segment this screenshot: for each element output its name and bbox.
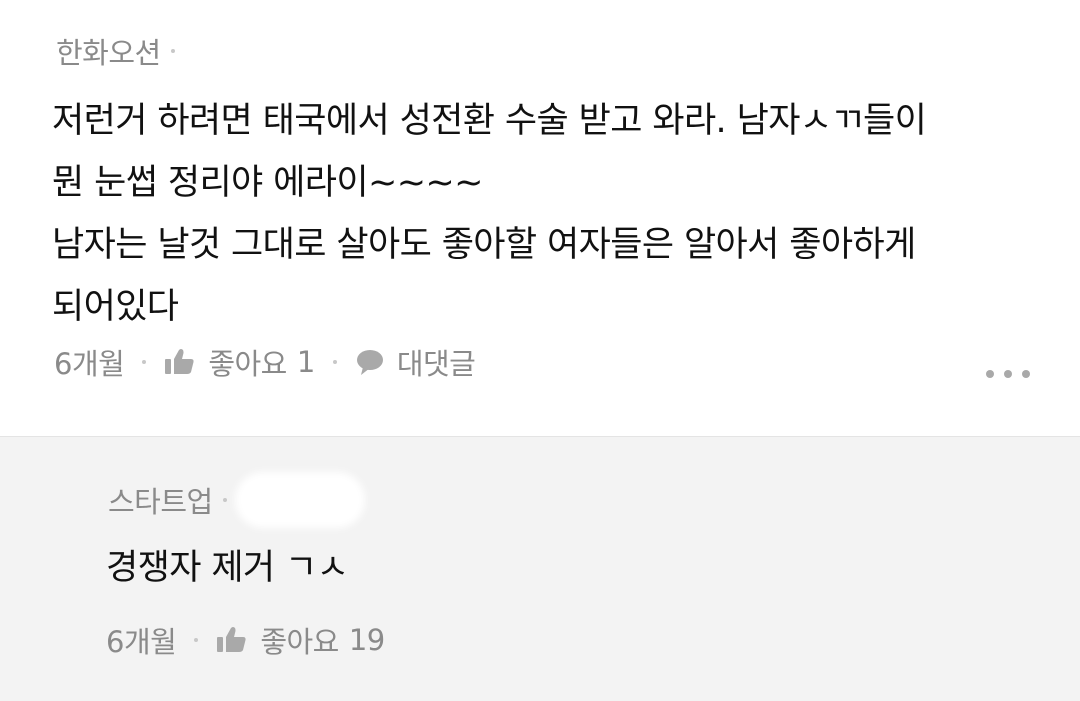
comment-card: 한화오션 저런거 하려면 태국에서 성전환 수술 받고 와라. 남자ㅅㄲ들이 뭔…: [0, 0, 1080, 436]
author-separator-dot: [170, 49, 175, 53]
like-button[interactable]: 좋아요 1: [164, 341, 315, 383]
speech-bubble-icon: [356, 350, 383, 375]
comment-text-line: 되어있다: [52, 287, 179, 327]
more-options-button[interactable]: [986, 362, 1030, 386]
reply-button[interactable]: 대댓글: [355, 341, 476, 383]
like-label: 좋아요: [208, 347, 287, 381]
comment-meta-row: 6개월 좋아요 1 대댓글: [54, 341, 476, 383]
like-count: 1: [296, 345, 315, 379]
reply-meta-row: 6개월 좋아요 19: [106, 620, 385, 660]
comment-text-line: 뭔 눈썹 정리야 에라이~~~~: [52, 163, 483, 203]
reply-like-button[interactable]: 좋아요 19: [216, 619, 385, 661]
comment-timestamp: 6개월: [54, 347, 125, 381]
comment-author-row: 한화오션: [56, 30, 185, 72]
meta-separator-dot: [332, 360, 337, 364]
meta-separator-dot: [142, 360, 147, 364]
comment-author-name[interactable]: 한화오션: [56, 30, 161, 72]
comment-text-line: 저런거 하려면 태국에서 성전환 수술 받고 와라. 남자ㅅㄲ들이: [52, 101, 927, 141]
comment-text-line: 남자는 날것 그대로 살아도 좋아할 여자들은 알아서 좋아하게: [52, 225, 916, 265]
thumbs-up-icon: [165, 349, 194, 374]
redacted-nickname: [240, 478, 359, 522]
like-label: 좋아요: [260, 625, 339, 659]
reply-author-name[interactable]: 스타트업: [108, 479, 213, 521]
thumbs-up-icon: [217, 627, 246, 652]
reply-label: 대댓글: [396, 347, 476, 381]
meta-separator-dot: [194, 638, 199, 642]
more-dot: [986, 370, 994, 378]
like-count: 19: [348, 623, 385, 657]
more-dot: [1004, 370, 1012, 378]
comment-body: 저런거 하려면 태국에서 성전환 수술 받고 와라. 남자ㅅㄲ들이 뭔 눈썹 정…: [52, 90, 1042, 338]
reply-timestamp: 6개월: [106, 625, 177, 659]
author-separator-dot: [222, 498, 227, 502]
reply-author-row: 스타트업: [108, 478, 359, 522]
more-dot: [1022, 370, 1030, 378]
reply-body: 경쟁자 제거 ㄱㅅ: [106, 548, 349, 588]
